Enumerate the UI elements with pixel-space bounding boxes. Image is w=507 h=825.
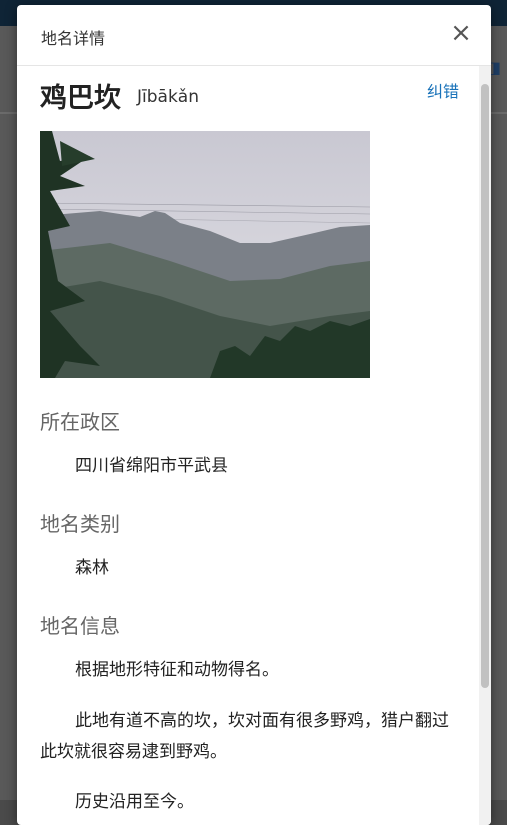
category-value: 森林 xyxy=(75,558,109,578)
place-name: 鸡巴坎 xyxy=(40,83,121,114)
place-info-paragraph: 此地有道不高的坎，坎对面有很多野鸡，猎户翻过此坎就很容易逮到野鸡。 xyxy=(40,711,449,762)
place-info-paragraph: 历史沿用至今。 xyxy=(75,792,194,812)
section-title-admin-region: 所在政区 xyxy=(40,410,120,434)
place-info-paragraph: 根据地形特征和动物得名。 xyxy=(75,660,279,680)
place-photo xyxy=(40,131,370,378)
admin-region-value: 四川省绵阳市平武县 xyxy=(75,456,228,476)
dialog-body[interactable]: 鸡巴坎 Jībākǎn 纠错 所在政区 四川省绵阳市平武县 地名类别 森林 地名… xyxy=(17,66,491,825)
place-detail-dialog: 地名详情 × 鸡巴坎 Jībākǎn 纠错 所在政区 四川省绵阳市平武县 地名类… xyxy=(17,5,491,825)
report-error-link[interactable]: 纠错 xyxy=(427,78,459,102)
place-pinyin: Jībākǎn xyxy=(137,87,199,107)
scrollbar[interactable] xyxy=(479,66,491,825)
section-title-category: 地名类别 xyxy=(40,512,120,536)
close-icon[interactable]: × xyxy=(449,19,473,47)
section-title-place-info: 地名信息 xyxy=(40,614,120,638)
mountain-photo-icon xyxy=(40,131,370,378)
scrollbar-thumb[interactable] xyxy=(481,84,489,688)
dialog-title: 地名详情 xyxy=(41,29,106,48)
dialog-header: 地名详情 × xyxy=(17,5,491,66)
